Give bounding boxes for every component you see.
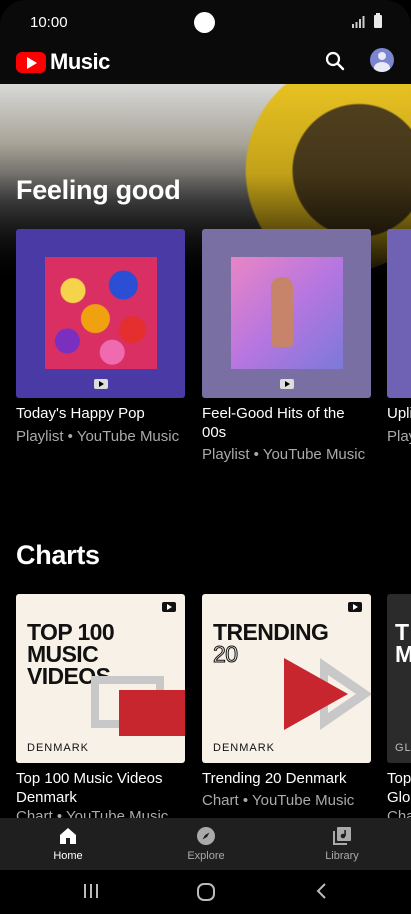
youtube-badge-icon [162, 602, 176, 612]
playlist-card-feel-good-hits[interactable] [202, 229, 371, 398]
tab-label: Explore [187, 850, 225, 862]
chart-art-text: T M [395, 619, 411, 667]
playlist-subtitle: Playlist • YouTube Music [16, 428, 180, 445]
chart-card-partial[interactable]: T M GL [387, 594, 411, 763]
chart-subtitle: Chart • YouTube Music [16, 808, 169, 818]
bottom-navigation: Home Explore Library [0, 818, 411, 870]
youtube-badge-icon [348, 602, 362, 612]
chart-country: GL [395, 742, 411, 754]
tab-library[interactable]: Library [292, 818, 392, 870]
chart-subtitle: Cha [387, 808, 411, 818]
chart-card-top-100[interactable]: TOP 100 MUSIC VIDEOS DENMARK [16, 594, 185, 763]
phone-screen: 10:00 Music Feeling good Today's Happy P… [0, 0, 411, 914]
front-camera [194, 12, 215, 33]
chart-title[interactable]: Trending 20 Denmark [202, 769, 372, 788]
section-title-feeling-good: Feeling good [16, 175, 181, 205]
recent-apps-icon[interactable] [82, 882, 100, 900]
playlist-subtitle: Play [387, 428, 411, 445]
library-icon [333, 827, 351, 845]
tab-label: Library [325, 850, 359, 862]
account-avatar[interactable] [370, 48, 394, 72]
chart-country: DENMARK [27, 742, 90, 754]
playlist-title[interactable]: Upli [387, 404, 411, 423]
tab-home[interactable]: Home [18, 818, 118, 870]
search-icon[interactable] [325, 51, 345, 71]
battery-icon [374, 13, 382, 28]
youtube-badge-icon [280, 379, 294, 389]
youtube-music-logo[interactable]: Music [16, 49, 110, 75]
tab-label: Home [53, 850, 83, 862]
playlist-artwork [231, 257, 343, 369]
chart-title[interactable]: Top 100 Music Videos Denmark [16, 769, 186, 807]
playlist-card-partial[interactable] [387, 229, 411, 398]
signal-icon [352, 16, 365, 28]
chart-card-trending-20[interactable]: TRENDING 20 DENMARK [202, 594, 371, 763]
playlist-card-todays-happy-pop[interactable] [16, 229, 185, 398]
back-icon[interactable] [314, 882, 328, 900]
logo-text: Music [50, 49, 110, 74]
playlist-subtitle: Playlist • YouTube Music [202, 446, 366, 463]
playlist-artwork [45, 257, 157, 369]
status-time: 10:00 [30, 14, 68, 31]
compass-icon [197, 827, 215, 845]
youtube-badge-icon [94, 379, 108, 389]
status-bar: 10:00 [0, 0, 411, 44]
tab-explore[interactable]: Explore [156, 818, 256, 870]
system-navigation-bar [0, 870, 411, 914]
home-button-icon[interactable] [196, 882, 216, 902]
home-icon [60, 828, 76, 844]
chart-subtitle: Chart • YouTube Music [202, 792, 355, 809]
playlist-title[interactable]: Feel-Good Hits of the 00s [202, 404, 372, 442]
chart-country: DENMARK [213, 742, 276, 754]
chart-title-line2: Glo [387, 789, 411, 806]
chart-title[interactable]: Top [387, 769, 411, 788]
app-bar: Music [0, 44, 411, 84]
playlist-title[interactable]: Today's Happy Pop [16, 404, 186, 423]
section-title-charts: Charts [16, 540, 100, 570]
youtube-play-logo-icon [16, 51, 46, 73]
